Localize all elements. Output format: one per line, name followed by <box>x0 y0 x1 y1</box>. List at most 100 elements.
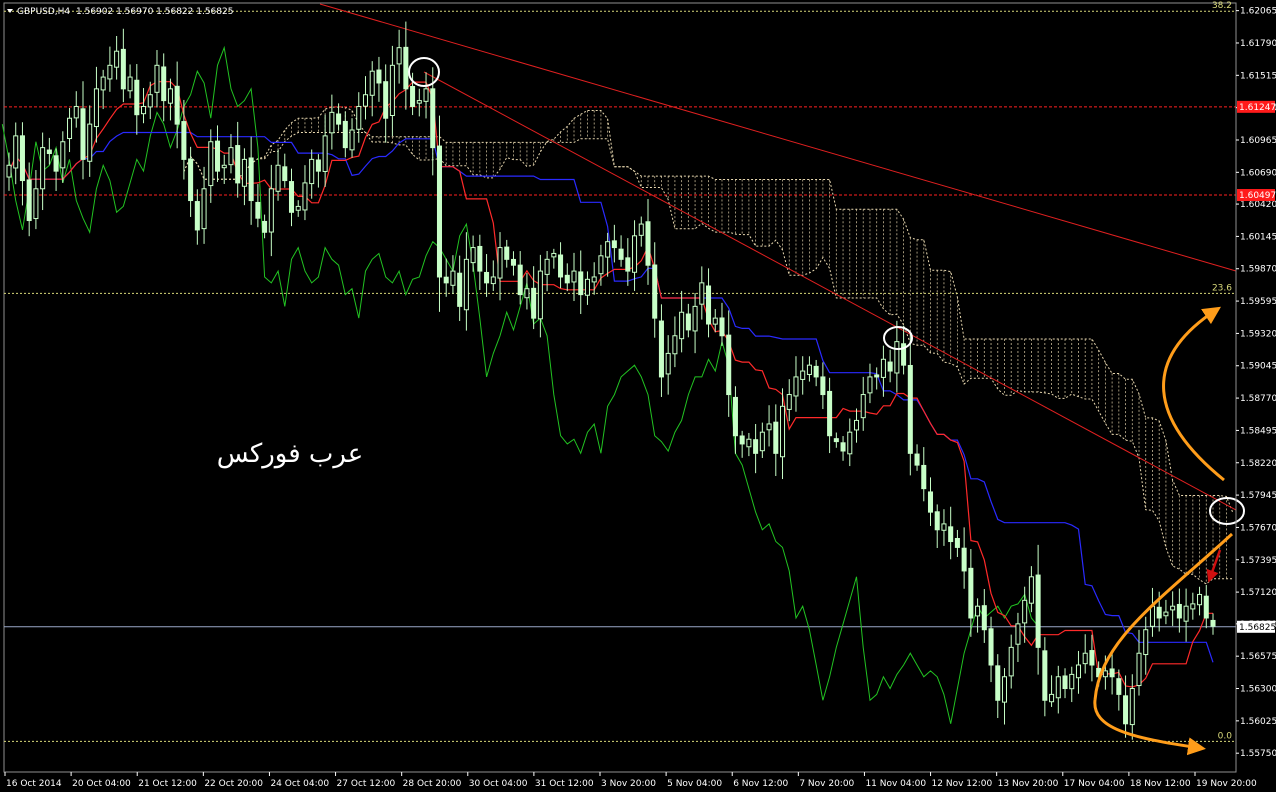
candle-body-bull <box>632 235 638 273</box>
candle-body-bull <box>416 100 422 104</box>
candle-body-bull <box>524 288 530 299</box>
candle-body-bull <box>1102 670 1108 678</box>
candle-body-bull <box>141 105 147 115</box>
candle-body-bull <box>369 70 375 96</box>
candle-body-bear <box>174 85 180 125</box>
candle-body-bear <box>1089 650 1095 666</box>
candle-body-bear <box>282 166 288 182</box>
candle-body-bull <box>221 164 227 169</box>
candlestick-chart[interactable]: 38.223.60.0 1.620651.617901.615151.61240… <box>0 0 1276 792</box>
candle-body-bear <box>46 149 52 155</box>
candle-body-bull <box>67 117 73 140</box>
candle-body-bear <box>214 140 221 172</box>
candle-body-bear <box>658 320 664 378</box>
candle-body-bear <box>188 158 194 202</box>
candle-body-bull <box>1149 605 1155 627</box>
candle-body-bull <box>1028 576 1034 604</box>
candle-body-bull <box>1143 629 1149 656</box>
candle-body-bull <box>746 438 752 448</box>
candle-body-bull <box>356 105 362 130</box>
fib-23-label: 23.6 <box>1212 283 1232 293</box>
candle-body-bear <box>611 240 617 249</box>
candle-body-bull <box>1082 652 1088 665</box>
candle-body-bear <box>773 421 779 454</box>
candle-body-bull <box>423 88 429 102</box>
candle-body-bull <box>295 205 301 211</box>
candle-body-bear <box>1176 603 1182 619</box>
time-tick-label: 18 Nov 12:00 <box>1130 779 1191 789</box>
candle-body-bull <box>107 64 113 80</box>
fib-38-label: 38.2 <box>1212 1 1232 11</box>
price-tick-label: 1.57120 <box>1240 588 1276 598</box>
candle-body-bull <box>1170 605 1176 611</box>
price-tick-label: 1.59045 <box>1240 362 1276 372</box>
candle-body-bear <box>1203 595 1209 619</box>
candle-body-bear <box>988 628 994 666</box>
price-tick-label: 1.57395 <box>1240 556 1276 566</box>
candle-body-bear <box>618 248 624 260</box>
candle-body-bear <box>134 79 140 116</box>
candle-body-bear <box>1123 695 1129 725</box>
time-tick-label: 30 Oct 04:00 <box>469 779 528 789</box>
chart-window[interactable]: 38.223.60.0 1.620651.617901.615151.61240… <box>0 0 1276 792</box>
time-tick-label: 21 Oct 12:00 <box>138 779 197 789</box>
candle-body-bull <box>860 394 866 419</box>
time-tick-label: 31 Oct 12:00 <box>535 779 594 789</box>
time-tick-label: 20 Oct 04:00 <box>72 779 131 789</box>
candle-body-bull <box>584 278 590 296</box>
candle-body-bull <box>1022 599 1028 624</box>
candle-body-bull <box>941 523 947 531</box>
time-tick-label: 7 Nov 20:00 <box>799 779 854 789</box>
price-tick-label: 1.61515 <box>1240 71 1276 81</box>
candle-body-bull <box>712 317 718 325</box>
candle-body-bull <box>786 394 792 410</box>
candle-body-bull <box>853 419 860 431</box>
candle-body-bear <box>194 201 200 231</box>
candle-body-bull <box>389 64 395 117</box>
price-tick-label: 1.60145 <box>1240 232 1276 242</box>
candle-body-bull <box>127 76 133 92</box>
candle-body-bear <box>430 88 436 149</box>
candle-body-bear <box>927 491 934 513</box>
candle-body-bull <box>537 270 543 320</box>
candle-body-bear <box>652 264 658 319</box>
time-tick-label: 24 Oct 04:00 <box>270 779 329 789</box>
candle-body-bull <box>470 247 476 264</box>
candle-body-bull <box>672 335 678 355</box>
price-tick-label: 1.57945 <box>1240 491 1276 501</box>
candle-body-bull <box>228 147 234 166</box>
candle-body-bull <box>544 258 550 275</box>
candle-body-bear <box>1062 675 1068 690</box>
price-tick-label: 1.61790 <box>1240 39 1276 49</box>
price-tick-label: 1.58495 <box>1240 426 1276 436</box>
candle-body-bear <box>934 511 940 531</box>
time-tick-label: 19 Nov 20:00 <box>1196 779 1257 789</box>
candle-body-bear <box>954 537 960 548</box>
candle-body-bull <box>87 123 93 162</box>
level-2-price-label: 1.60497 <box>1239 191 1276 201</box>
price-tick-label: 1.56025 <box>1240 717 1276 727</box>
price-tick-label: 1.56575 <box>1240 652 1276 662</box>
candle-body-bear <box>706 285 712 325</box>
candle-body-bull <box>309 158 315 185</box>
ohlc-values: 1.56902 1.56970 1.56822 1.56825 <box>76 7 233 17</box>
candle-body-bull <box>208 141 214 187</box>
candle-body-bull <box>780 405 786 458</box>
candle-body-bull <box>880 358 886 378</box>
candle-body-bull <box>766 423 772 431</box>
candle-body-bull <box>605 241 611 258</box>
price-tick-label: 1.60690 <box>1240 168 1276 178</box>
candle-body-bull <box>591 276 597 283</box>
candle-body-bull <box>806 364 812 375</box>
candle-body-bear <box>510 258 516 266</box>
candle-body-bear <box>625 257 631 272</box>
price-tick-label: 1.60420 <box>1240 200 1276 210</box>
candle-body-bull <box>60 141 66 169</box>
candle-body-bear <box>517 264 523 296</box>
candle-body-bull <box>40 147 46 190</box>
candle-body-bear <box>874 374 880 378</box>
candle-body-bear <box>262 220 268 233</box>
candle-body-bear <box>457 272 463 307</box>
price-tick-label: 1.59595 <box>1240 297 1276 307</box>
candle-body-bear <box>288 181 295 213</box>
